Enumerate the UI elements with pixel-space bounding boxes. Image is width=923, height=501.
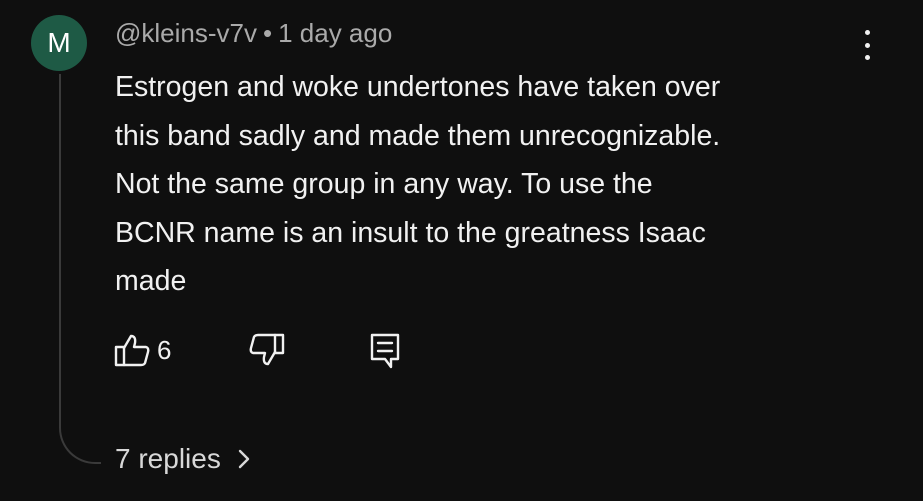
more-vertical-icon-dot: [864, 42, 870, 48]
comment-line: Estrogen and woke undertones have taken …: [115, 71, 721, 103]
like-count: 6: [157, 334, 172, 365]
avatar[interactable]: M: [31, 15, 87, 71]
avatar-letter: M: [47, 27, 71, 58]
reply-button[interactable]: [368, 332, 402, 370]
comment-meta: @kleins-v7v • 1 day ago: [115, 18, 392, 49]
more-vertical-icon-dot: [864, 55, 870, 60]
comment-line: made: [115, 265, 187, 297]
meta-separator: •: [262, 18, 273, 48]
comment-text: Estrogen and woke undertones have taken …: [115, 63, 855, 306]
comment-time: 1 day ago: [278, 18, 393, 48]
thumbs-up-icon: [114, 334, 150, 367]
comment-line: this band sadly and made them unrecogniz…: [115, 119, 721, 152]
chevron-right-icon: [238, 449, 250, 469]
thumbs-down-icon: [249, 333, 285, 366]
more-vertical-icon-dot: [864, 30, 870, 35]
dislike-button[interactable]: [246, 332, 286, 368]
comment-line: Not the same group in any way. To use th…: [115, 168, 653, 200]
view-replies-button[interactable]: 7 replies: [115, 443, 251, 475]
comment-line: BCNR name is an insult to the greatness …: [115, 216, 706, 249]
reply-comment-icon: [370, 333, 400, 369]
replies-label: 7 replies: [115, 443, 221, 474]
more-options-button[interactable]: [856, 30, 878, 60]
author-handle[interactable]: @kleins-v7v: [115, 18, 257, 48]
like-button[interactable]: 6: [113, 332, 171, 368]
thread-line: [59, 74, 101, 464]
